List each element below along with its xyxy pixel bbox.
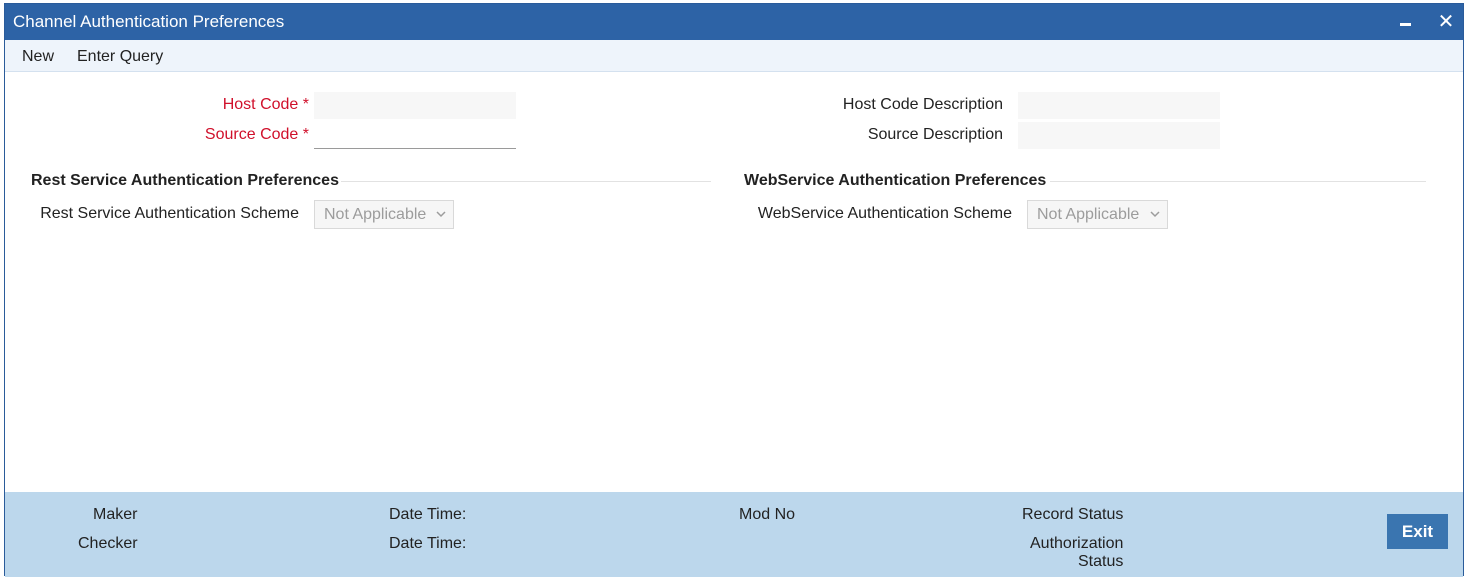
source-description-label: Source Description: [867, 126, 1003, 143]
host-code-description-label: Host Code Description: [842, 96, 1003, 113]
webservice-scheme-label: WebService Authentication Scheme: [757, 205, 1012, 222]
rest-scheme-value: Not Applicable: [324, 206, 427, 223]
channel-authentication-window: Channel Authentication Preferences ✕ New…: [4, 3, 1464, 577]
maker-label: Maker: [93, 506, 138, 523]
audit-footer: Maker Checker Date Time: Date Time: Mod …: [5, 492, 1463, 577]
authorization-label: Authorization: [1030, 535, 1124, 552]
host-code-input[interactable]: [314, 92, 516, 119]
webservice-section-divider: [1050, 181, 1426, 182]
mod-no-label: Mod No: [739, 506, 796, 523]
chevron-down-icon: [1150, 211, 1160, 218]
source-code-input[interactable]: [314, 122, 516, 149]
new-menu-item[interactable]: New: [22, 48, 54, 66]
source-description-input[interactable]: [1018, 122, 1220, 149]
rest-scheme-select[interactable]: Not Applicable: [314, 200, 454, 229]
window-title: Channel Authentication Preferences: [13, 12, 285, 31]
checker-label: Checker: [78, 535, 138, 552]
record-status-label: Record Status: [1022, 506, 1124, 523]
rest-scheme-label: Rest Service Authentication Scheme: [40, 205, 299, 222]
source-code-label: Source Code *: [204, 126, 309, 143]
host-code-description-input[interactable]: [1018, 92, 1220, 119]
rest-section-divider: [341, 181, 711, 182]
host-code-label: Host Code *: [222, 96, 309, 113]
title-bar: Channel Authentication Preferences ✕: [5, 4, 1463, 40]
required-marker: *: [302, 96, 309, 113]
menu-bar: New Enter Query: [5, 40, 1463, 72]
close-icon[interactable]: ✕: [1435, 11, 1457, 33]
webservice-scheme-select[interactable]: Not Applicable: [1027, 200, 1168, 229]
exit-button[interactable]: Exit: [1387, 514, 1448, 549]
webservice-scheme-value: Not Applicable: [1037, 206, 1140, 223]
authorization-status-label: Status: [1078, 553, 1124, 570]
rest-section-title: Rest Service Authentication Preferences: [31, 172, 339, 189]
chevron-down-icon: [436, 211, 446, 218]
maker-date-time-label: Date Time:: [389, 506, 467, 523]
checker-date-time-label: Date Time:: [389, 535, 467, 552]
required-marker: *: [302, 126, 309, 143]
webservice-section-title: WebService Authentication Preferences: [744, 172, 1047, 189]
enter-query-menu-item[interactable]: Enter Query: [77, 48, 163, 66]
minimize-icon[interactable]: [1395, 11, 1417, 33]
